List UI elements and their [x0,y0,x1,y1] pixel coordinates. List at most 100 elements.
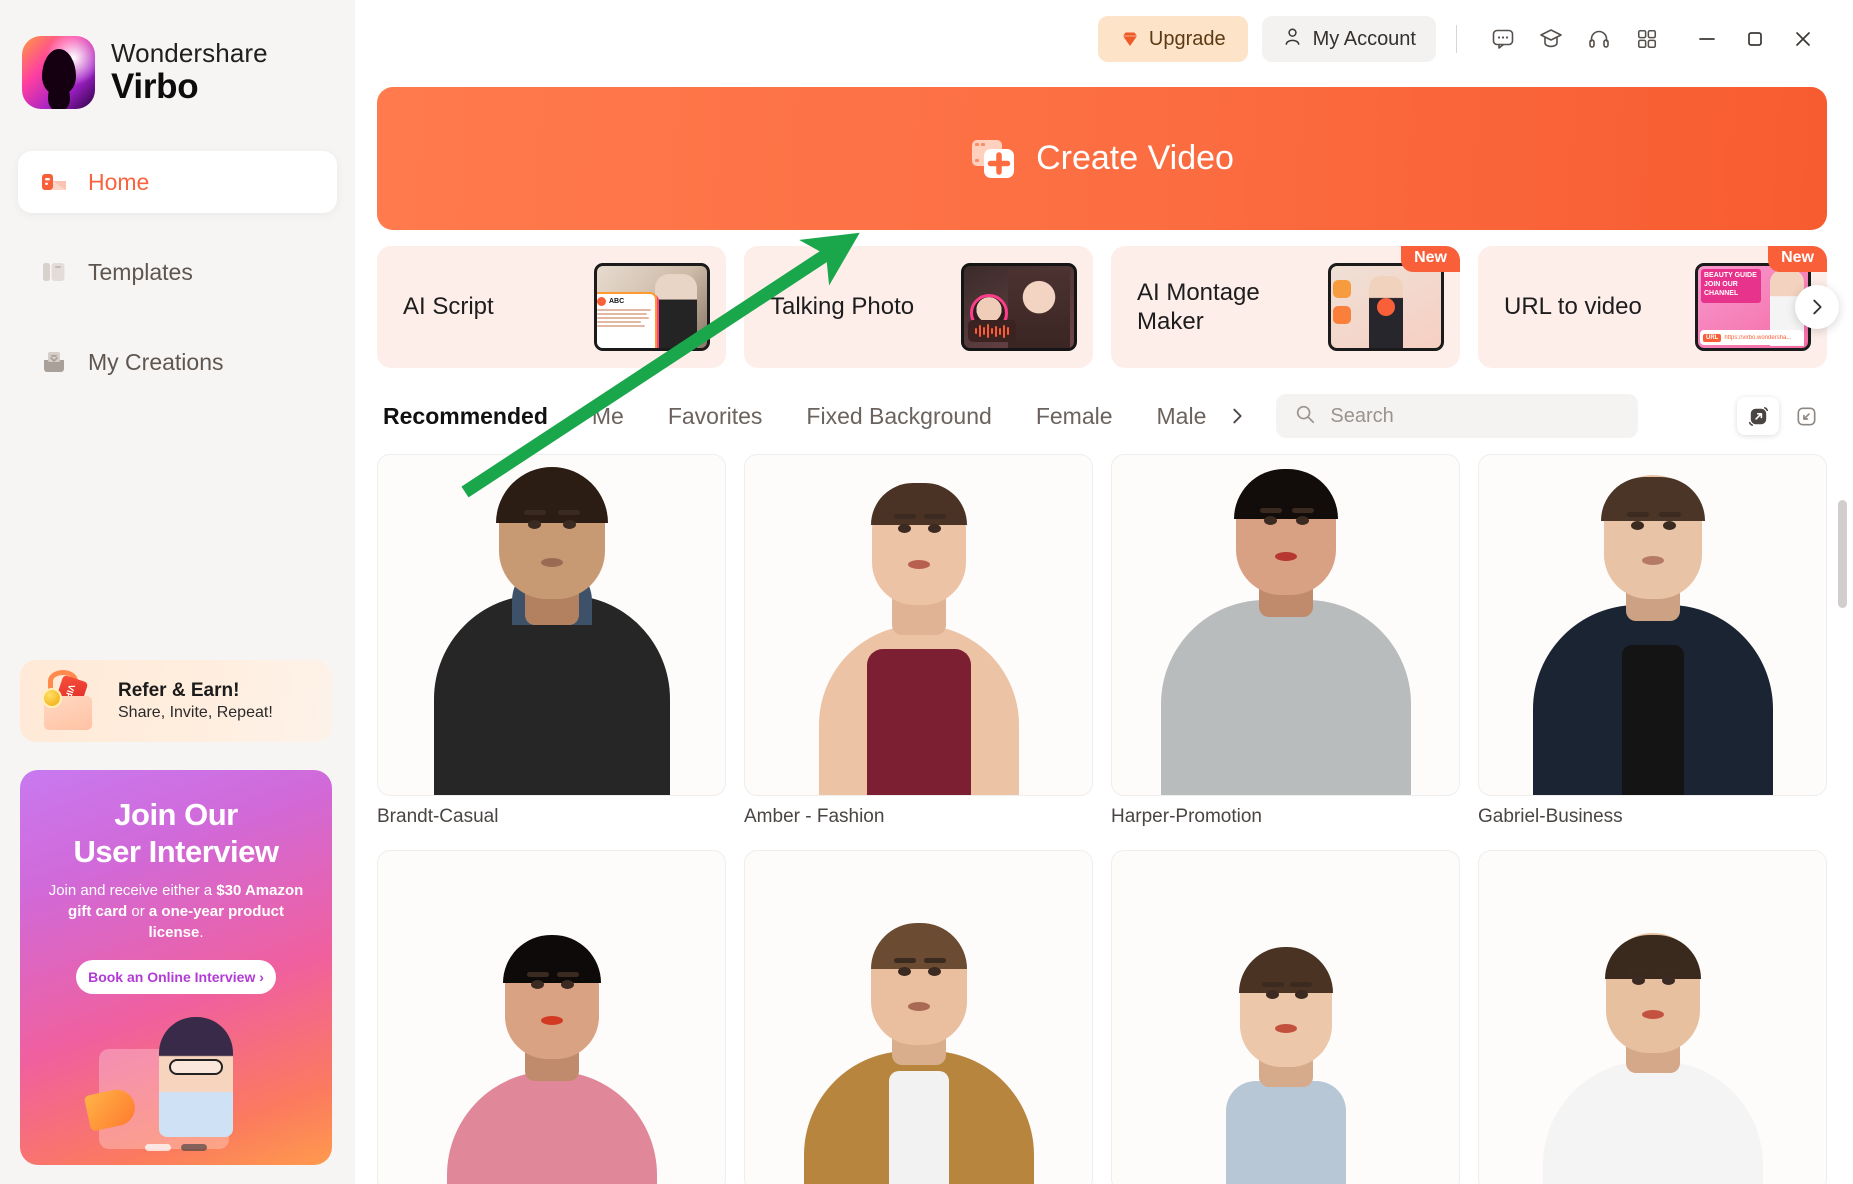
virbo-logo-icon [22,36,95,109]
feature-card-row: AI Script ABC Talking Photo AI Montage M… [377,246,1839,368]
feature-card-title-0: AI Script [403,293,494,321]
avatar-thumbnail-2 [1111,454,1460,796]
avatar-card-3[interactable]: Gabriel-Business [1478,454,1827,828]
feature-card-url-to-video[interactable]: URL to video BEAUTY GUIDE JOIN OUR CHANNE… [1478,246,1827,368]
carousel-dot-1[interactable] [145,1144,171,1151]
talking-photo-thumb [961,263,1077,351]
view-toggle-group [1737,397,1827,435]
brand-name-top: Wondershare [111,38,268,69]
feature-card-title-3: URL to video [1504,293,1642,321]
avatar-thumbnail-3 [1478,454,1827,796]
sidebar-item-templates[interactable]: Templates [18,241,337,303]
ai-montage-thumb [1328,263,1444,351]
tab-fixed-background[interactable]: Fixed Background [784,403,1013,430]
sidebar-item-home[interactable]: Home [18,151,337,213]
feature-card-talking-photo[interactable]: Talking Photo [744,246,1093,368]
expand-view-icon[interactable] [1737,397,1779,435]
avatar-thumbnail-0 [377,454,726,796]
templates-icon [40,258,68,286]
compact-view-icon[interactable] [1785,397,1827,435]
sidebar-item-label-my-creations: My Creations [88,348,224,375]
avatar-thumbnail-1 [744,454,1093,796]
interview-headline-line2: User Interview [73,833,279,869]
refer-subtitle: Share, Invite, Repeat! [118,703,273,721]
avatar-card-7[interactable] [1478,850,1827,1184]
search-input[interactable] [1330,404,1621,428]
minimize-icon[interactable] [1683,17,1731,61]
avatar-thumbnail-6 [1111,850,1460,1184]
chevron-right-icon [1233,408,1242,424]
feature-card-ai-montage-maker[interactable]: AI Montage Maker New [1111,246,1460,368]
upgrade-button[interactable]: Upgrade [1097,16,1248,62]
user-interview-banner[interactable]: Join Our User Interview Join and receive… [20,770,332,1165]
my-account-label: My Account [1312,27,1416,50]
avatar-name-0: Brandt-Casual [377,806,499,827]
tab-recommended[interactable]: Recommended [377,403,570,430]
support-headset-icon[interactable] [1577,17,1621,61]
content-scrollbar[interactable] [1838,500,1847,608]
filter-row: Recommended Me Favorites Fixed Backgroun… [377,394,1827,438]
interview-carousel-dots[interactable] [145,1144,207,1151]
carousel-dot-2[interactable] [181,1144,207,1151]
new-badge-montage: New [1401,246,1460,272]
feedback-chat-icon[interactable] [1481,17,1525,61]
avatar-card-0[interactable]: Brandt-Casual [377,454,726,828]
my-creations-icon [40,348,68,376]
book-interview-button[interactable]: Book an Online Interview › [76,959,276,994]
avatar-name-2: Harper-Promotion [1111,806,1262,827]
home-video-icon [40,168,68,196]
create-video-button[interactable]: Create Video [377,87,1827,230]
my-account-button[interactable]: My Account [1261,16,1436,62]
avatar-card-4[interactable] [377,850,726,1184]
titlebar-divider [1456,25,1457,53]
tab-me[interactable]: Me [570,403,646,430]
diamond-icon [1120,29,1140,49]
interview-body-bold1: $30 Amazon [216,882,304,900]
tutorial-cap-icon[interactable] [1529,17,1573,61]
sidebar-item-label-templates: Templates [88,258,193,285]
carousel-next-button[interactable] [1795,285,1839,329]
tab-female[interactable]: Female [1014,403,1135,430]
avatar-category-tabs: Recommended Me Favorites Fixed Backgroun… [377,401,1252,431]
tab-male[interactable]: Male [1135,403,1229,430]
refer-title: Refer & Earn! [118,680,240,702]
avatar-card-5[interactable] [744,850,1093,1184]
interview-body-bold2: a one-year product license [148,903,284,941]
url-to-video-thumb: BEAUTY GUIDE JOIN OUR CHANNEL URL https:/… [1695,263,1811,351]
apps-grid-icon[interactable] [1625,17,1669,61]
avatar-thumbnail-5 [744,850,1093,1184]
feature-card-ai-script[interactable]: AI Script ABC [377,246,726,368]
refer-and-earn-banner[interactable]: Refer & Earn! Share, Invite, Repeat! [20,660,332,742]
interview-headline-line1: Join Our [114,797,238,832]
close-icon[interactable] [1779,17,1827,61]
interview-illustration [81,999,271,1149]
avatar-card-6[interactable] [1111,850,1460,1184]
search-box[interactable] [1276,394,1639,438]
main-content: Create Video AI Script ABC Talking Photo [355,87,1853,1184]
sidebar-nav: Home Templates My Creations [0,151,355,393]
main-area: Upgrade My Account Create Video AI Scrip… [355,0,1853,1184]
avatar-card-2[interactable]: Harper-Promotion [1111,454,1460,828]
ai-script-thumb: ABC [594,263,710,351]
tab-favorites[interactable]: Favorites [646,403,785,430]
avatar-grid: Brandt-Casual Amber - Fashion Harper-Pro… [377,454,1827,1184]
avatar-card-1[interactable]: Amber - Fashion [744,454,1093,828]
sidebar-item-my-creations[interactable]: My Creations [18,331,337,393]
interview-body-prefix: Join and receive either a [48,882,217,900]
avatar-thumbnail-7 [1478,850,1827,1184]
virbo-app-window: Wondershare Virbo Home Templates My Crea… [0,0,1853,1184]
upgrade-label: Upgrade [1148,27,1226,50]
person-icon [1282,26,1303,53]
brand: Wondershare Virbo [0,0,355,109]
avatar-name-1: Amber - Fashion [744,806,885,827]
feature-card-title-1: Talking Photo [770,293,915,321]
tabs-more-button[interactable] [1222,401,1252,431]
new-badge-url: New [1768,246,1827,272]
add-video-icon [970,138,1016,180]
maximize-icon[interactable] [1731,17,1779,61]
brand-name-bottom: Virbo [111,67,199,107]
create-video-label: Create Video [1036,139,1234,177]
interview-body: Join and receive either a $30 Amazon gif… [40,881,312,943]
interview-body-mid: gift card [68,903,128,921]
titlebar: Upgrade My Account [355,0,1853,78]
